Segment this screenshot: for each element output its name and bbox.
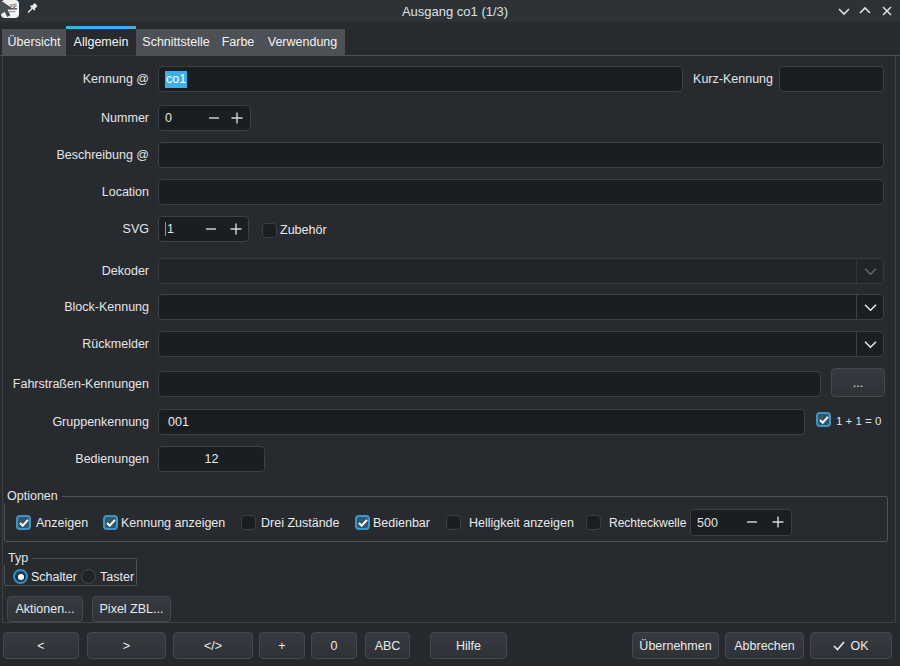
svg-text:vgl: vgl bbox=[9, 2, 16, 8]
